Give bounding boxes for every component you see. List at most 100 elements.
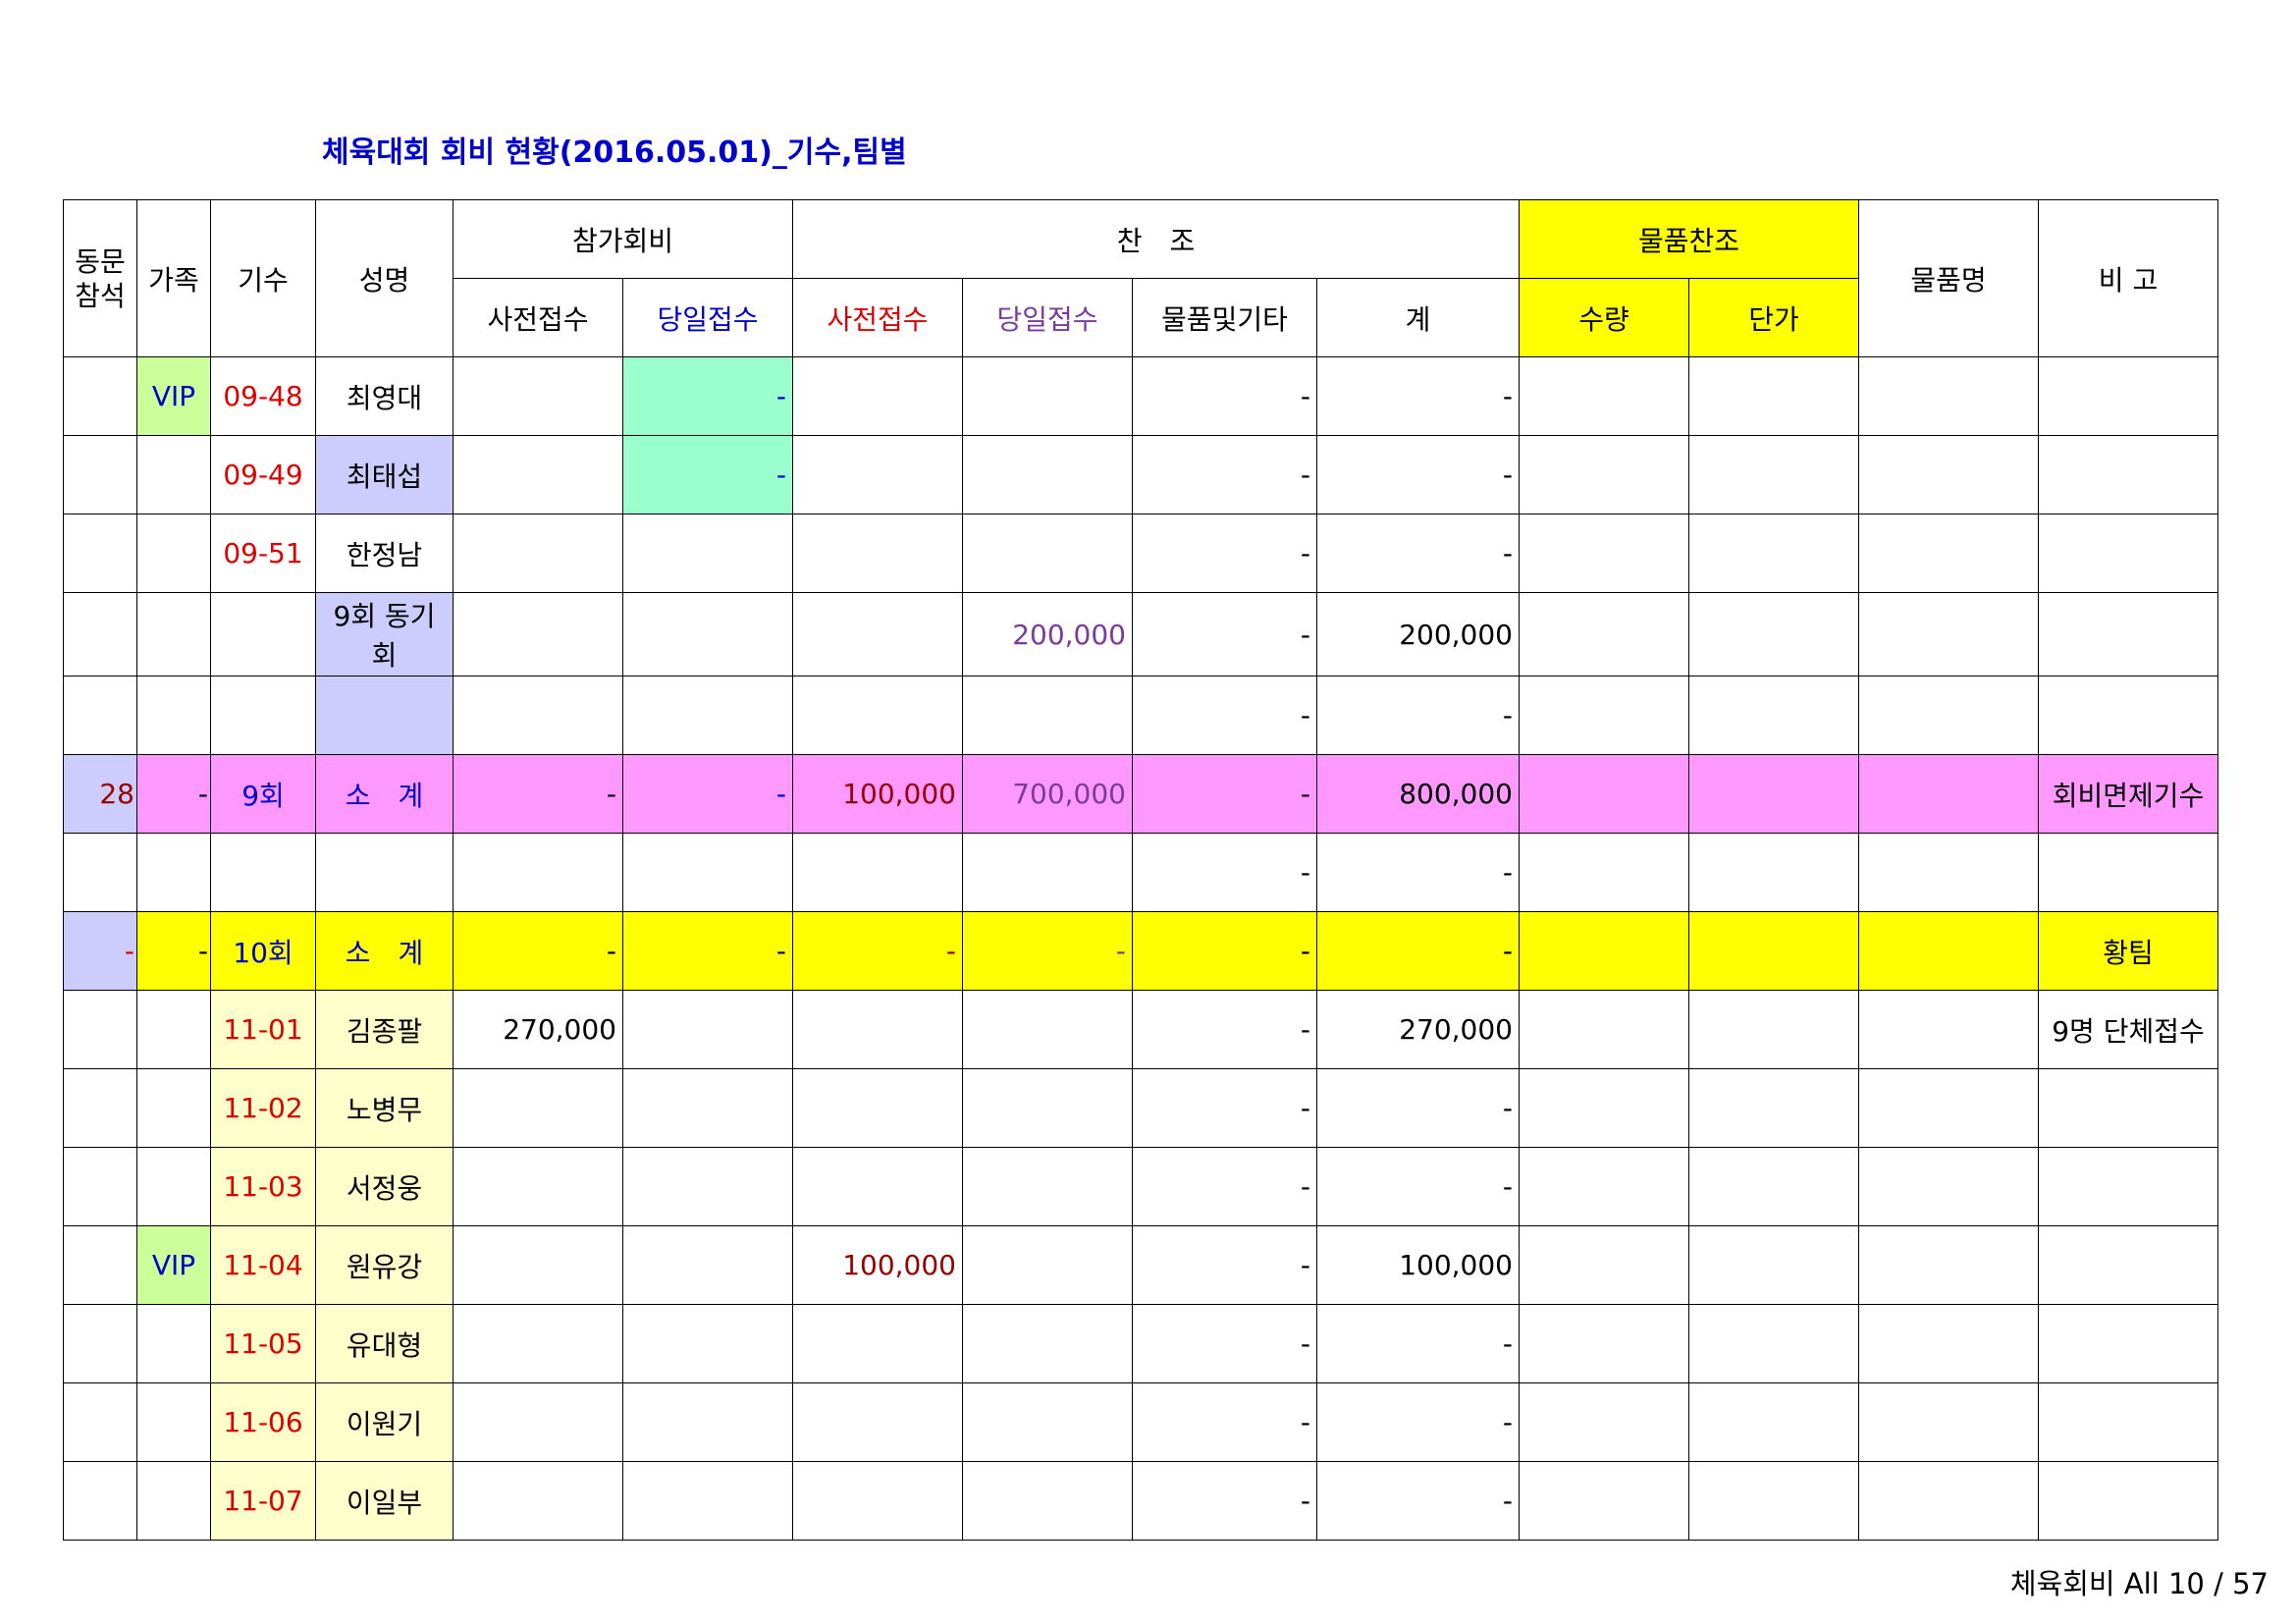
- cell-dongmun: [63, 1304, 137, 1383]
- cell-goods-name: [1858, 1147, 2039, 1226]
- cell-fee-day: -: [622, 435, 793, 514]
- cell-family: VIP: [136, 356, 211, 436]
- cell-sp-day: [962, 435, 1133, 514]
- cell-goods-name: [1858, 754, 2039, 834]
- cell-dongmun: 28: [63, 754, 137, 834]
- cell-fee-pre: [453, 1461, 623, 1541]
- header-dongmun-line1: 동문: [75, 244, 126, 278]
- table-row: 11-05 유대형 - -: [63, 1304, 2218, 1383]
- cell-name: 이원기: [315, 1382, 454, 1462]
- cell-dongmun: [63, 592, 137, 677]
- header-sp-goods: 물품및기타: [1132, 278, 1317, 357]
- cell-dongmun: [63, 676, 137, 755]
- cell-dongmun: [63, 833, 137, 912]
- table-row: - -: [63, 833, 2218, 912]
- cell-fee-day: [622, 676, 793, 755]
- cell-sp-total: -: [1316, 1304, 1520, 1383]
- cell-fee-day: [622, 1068, 793, 1148]
- cell-fee-pre: [453, 676, 623, 755]
- header-dongmun-line2: 참석: [75, 279, 126, 312]
- cell-note: [2038, 1147, 2218, 1226]
- cell-price: [1688, 754, 1859, 834]
- cell-gisu: [210, 676, 316, 755]
- cell-price: [1688, 1147, 1859, 1226]
- cell-sp-pre: [792, 1461, 963, 1541]
- cell-dongmun: [63, 990, 137, 1069]
- cell-price: [1688, 676, 1859, 755]
- cell-family: VIP: [136, 1225, 211, 1305]
- cell-price: [1688, 592, 1859, 677]
- cell-goods-name: [1858, 911, 2039, 991]
- cell-dongmun: [63, 1225, 137, 1305]
- cell-price: [1688, 1461, 1859, 1541]
- cell-goods-name: [1858, 514, 2039, 593]
- cell-sp-total: -: [1316, 435, 1520, 514]
- cell-name: 노병무: [315, 1068, 454, 1148]
- cell-fee-day: [622, 514, 793, 593]
- cell-fee-pre: [453, 592, 623, 677]
- header-dongmun: 동문 참석: [63, 199, 137, 357]
- cell-note: [2038, 514, 2218, 593]
- cell-gisu: 11-07: [210, 1461, 316, 1541]
- cell-fee-day: [622, 1225, 793, 1305]
- cell-qty: [1519, 1304, 1689, 1383]
- header-fee-day: 당일접수: [622, 278, 793, 357]
- cell-name: 최태섭: [315, 435, 454, 514]
- cell-fee-day: [622, 1461, 793, 1541]
- cell-sp-pre: [792, 990, 963, 1069]
- cell-price: [1688, 1382, 1859, 1462]
- cell-name: [315, 833, 454, 912]
- cell-note: 9명 단체접수: [2038, 990, 2218, 1069]
- cell-qty: [1519, 514, 1689, 593]
- cell-gisu: 10회: [210, 911, 316, 991]
- cell-fee-day: [622, 833, 793, 912]
- cell-family: [136, 990, 211, 1069]
- table-row: 11-02 노병무 - -: [63, 1068, 2218, 1148]
- cell-price: [1688, 1225, 1859, 1305]
- cell-sp-total: 100,000: [1316, 1225, 1520, 1305]
- table-row: 11-01 김종팔 270,000 - 270,000 9명 단체접수: [63, 990, 2218, 1069]
- cell-note: [2038, 1382, 2218, 1462]
- cell-family: [136, 1382, 211, 1462]
- cell-qty: [1519, 911, 1689, 991]
- header-note: 비 고: [2038, 199, 2218, 357]
- cell-fee-pre: -: [453, 911, 623, 991]
- cell-fee-day: [622, 990, 793, 1069]
- page-title: 체육대회 회비 현황(2016.05.01)_기수,팀별: [322, 135, 907, 170]
- cell-sp-pre: 100,000: [792, 1225, 963, 1305]
- table-row: 9회 동기회 200,000 - 200,000: [63, 592, 2218, 677]
- cell-note: [2038, 1304, 2218, 1383]
- cell-dongmun: [63, 1461, 137, 1541]
- cell-dongmun: [63, 356, 137, 436]
- cell-fee-day: -: [622, 356, 793, 436]
- cell-family: [136, 592, 211, 677]
- cell-note: [2038, 1461, 2218, 1541]
- cell-name: 김종팔: [315, 990, 454, 1069]
- cell-family: -: [136, 911, 211, 991]
- cell-fee-day: [622, 1304, 793, 1383]
- cell-gisu: [210, 592, 316, 677]
- cell-sp-goods: -: [1132, 1461, 1317, 1541]
- cell-qty: [1519, 1461, 1689, 1541]
- cell-sp-pre: [792, 356, 963, 436]
- cell-gisu: 11-05: [210, 1304, 316, 1383]
- table-row: VIP 09-48 최영대 - - -: [63, 356, 2218, 436]
- cell-sp-total: 800,000: [1316, 754, 1520, 834]
- cell-sp-total: -: [1316, 1068, 1520, 1148]
- cell-qty: [1519, 1068, 1689, 1148]
- cell-qty: [1519, 1382, 1689, 1462]
- cell-price: [1688, 1304, 1859, 1383]
- cell-sp-day: [962, 1147, 1133, 1226]
- header-qty: 수량: [1519, 278, 1689, 357]
- cell-fee-day: [622, 1147, 793, 1226]
- cell-price: [1688, 990, 1859, 1069]
- cell-price: [1688, 1068, 1859, 1148]
- cell-sp-total: -: [1316, 833, 1520, 912]
- header-fee-group: 참가회비: [453, 199, 793, 279]
- cell-name: 이일부: [315, 1461, 454, 1541]
- cell-dongmun: [63, 435, 137, 514]
- cell-sp-goods: -: [1132, 676, 1317, 755]
- cell-sp-total: -: [1316, 1382, 1520, 1462]
- cell-sp-total: -: [1316, 911, 1520, 991]
- cell-sp-total: -: [1316, 514, 1520, 593]
